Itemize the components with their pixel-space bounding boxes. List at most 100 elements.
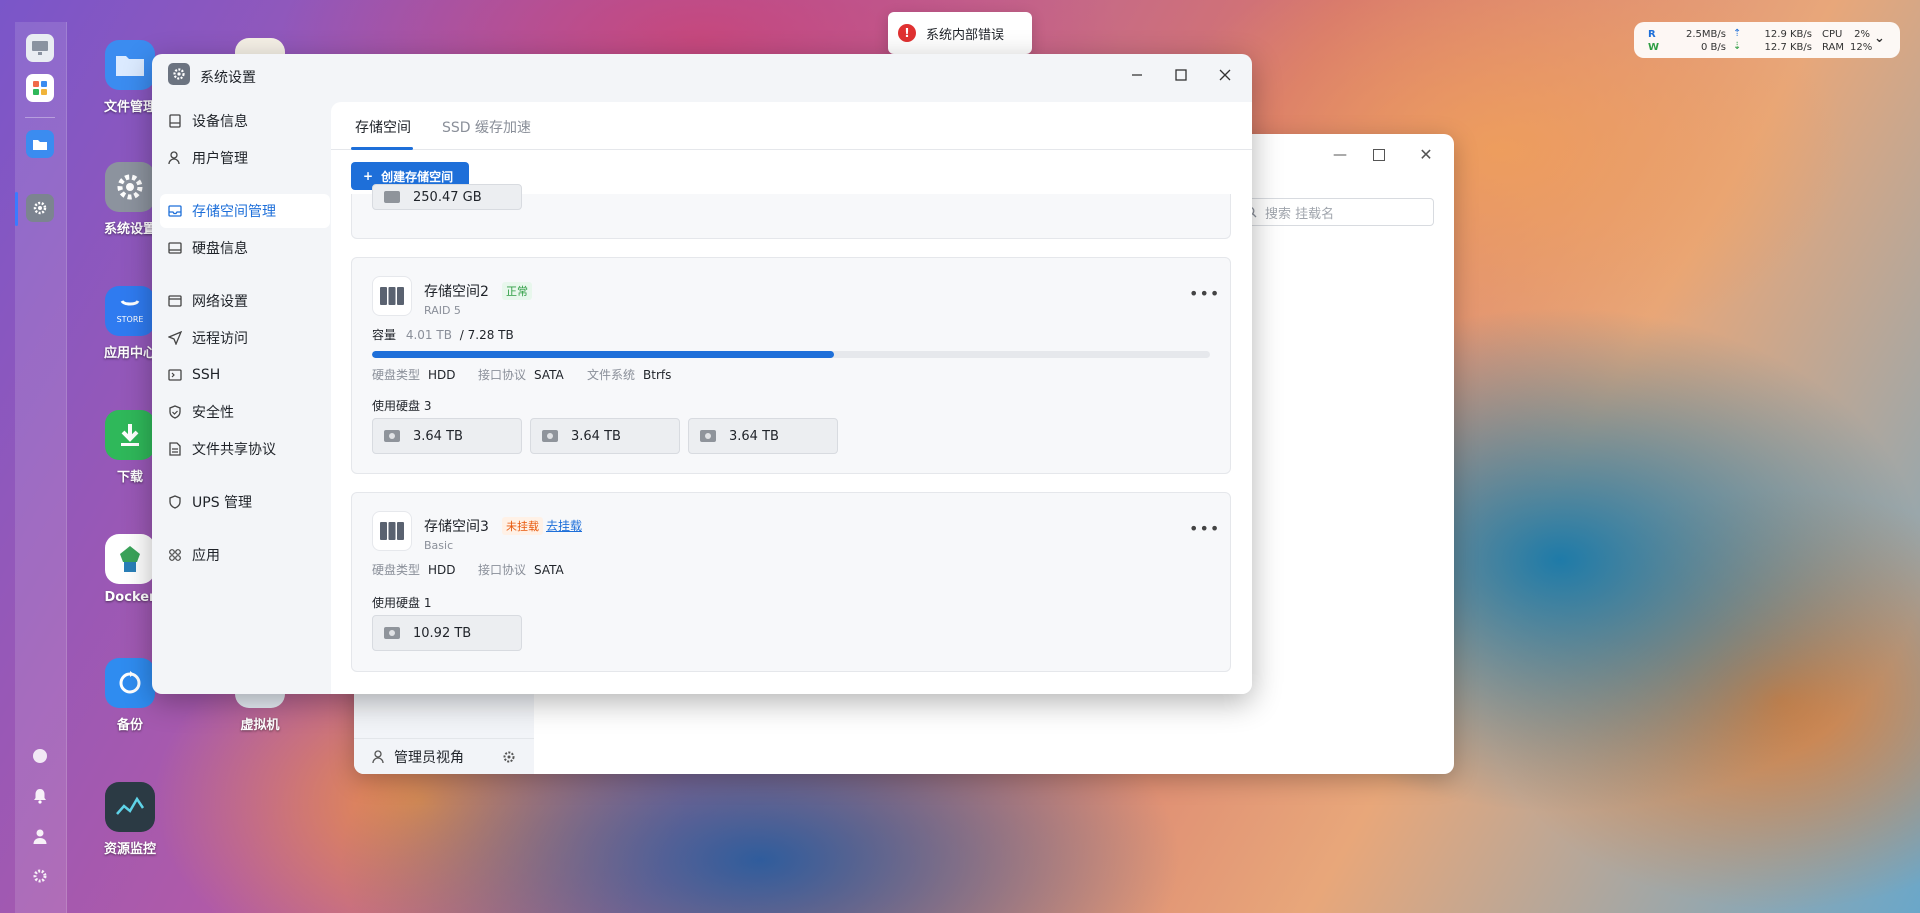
capacity-used: 4.01 TB [405,328,452,342]
disk-size: 10.92 TB [413,625,472,641]
nav-label: SSH [192,367,221,383]
disk-chip[interactable]: 3.64 TB [372,418,522,454]
nav-label: 硬盘信息 [192,241,248,257]
gear-small-icon[interactable] [26,862,54,890]
storage-volume-icon [372,276,412,316]
nav-item-ssh[interactable]: SSH [160,358,330,392]
titlebar[interactable]: 系统设置 [152,54,1252,94]
bell-icon[interactable] [26,782,54,810]
desktop-icon-label: 备份 [116,718,143,733]
remote-icon [168,331,182,345]
nav-item-apps[interactable]: 应用 [160,538,330,572]
plus-icon: + [363,169,374,183]
tab-ssd-cache[interactable]: SSD 缓存加速 [442,117,531,137]
folder-icon[interactable] [26,130,54,158]
settings-gear-icon [168,63,190,85]
desktop-icon-monitor[interactable]: 资源监控 [80,782,180,857]
mount-link[interactable]: 去挂载 [546,517,582,534]
admin-view-bar[interactable]: 管理员视角 [354,738,534,774]
disk-size: 250.47 GB [413,189,482,205]
nav-item-users[interactable]: 用户管理 [160,141,330,175]
network-widget[interactable]: R W 2.5MB/s 0 B/s ⇡ ⇣ 12.9 KB/s 12.7 KB/… [1634,22,1900,58]
toast-text: 系统内部错误 [926,27,1005,43]
storage-card-partial: 250.47 GB [351,184,1231,239]
nav-item-disk-info[interactable]: 硬盘信息 [160,231,330,265]
store-icon: STORE [105,286,155,336]
power-icon[interactable] [26,742,54,770]
fs-row: 文件系统 Btrfs [587,366,671,383]
capacity-progress-fill [372,351,834,358]
app-grid-icon[interactable] [26,74,54,102]
nav-label: 网络设置 [192,294,248,310]
settings-icon[interactable] [26,194,54,222]
storage-card: 存储空间2 正常 RAID 5 ••• 容量 4.01 TB / 7.28 TB… [351,257,1231,474]
status-badge: 未挂载 [502,517,543,535]
user-icon[interactable] [26,822,54,850]
bg-minimize-button[interactable]: — [1330,147,1350,167]
download-icon: ⇣ [1733,41,1742,52]
desktop-icon-label: 虚拟机 [240,718,280,733]
disk-chip[interactable]: 10.92 TB [372,615,522,651]
interface-label: 接口协议 [478,368,527,382]
tab-storage[interactable]: 存储空间 [355,117,411,137]
nav-label: 应用 [192,548,220,564]
nav-item-ups[interactable]: UPS 管理 [160,485,330,519]
write-speed: 0 B/s [1701,42,1726,53]
maximize-icon [1175,69,1187,81]
write-label: W [1648,42,1660,53]
search-placeholder: 搜索 挂载名 [1265,206,1335,222]
bg-maximize-button[interactable] [1373,149,1385,161]
minimize-icon [1132,74,1142,76]
disk-type-label: 硬盘类型 [372,368,421,382]
interface-row: 接口协议 SATA [478,561,564,578]
cpu-value: 2% [1854,29,1870,40]
minimize-button[interactable] [1124,62,1150,88]
disk-type-value: HDD [428,368,456,382]
nav-item-device-info[interactable]: 设备信息 [160,104,330,138]
error-toast: ! 系统内部错误 [888,12,1032,54]
read-label: R [1648,29,1656,40]
gear-icon[interactable] [502,750,516,764]
file-share-icon [169,442,181,456]
disk-chip[interactable]: 3.64 TB [688,418,838,454]
disk-type-label: 硬盘类型 [372,563,421,577]
more-options-icon[interactable]: ••• [1189,284,1220,303]
settings-window[interactable]: 系统设置 设备信息 用户管理 存储空间管理 硬盘信息 网络设置 远程访问 SSH… [152,54,1252,694]
gear-icon [105,162,155,212]
nav-label: 存储空间管理 [192,204,276,220]
user-icon [168,151,180,165]
search-mount-input[interactable]: 搜索 挂载名 [1234,198,1434,226]
interface-row: 接口协议 SATA [478,366,564,383]
storage-card: 存储空间3 未挂载 去挂载 Basic ••• 硬盘类型 HDD 接口协议 SATA… [351,492,1231,672]
ssh-icon [168,369,182,381]
disk-type-value: HDD [428,563,456,577]
maximize-button[interactable] [1168,62,1194,88]
close-button[interactable] [1212,62,1238,88]
nav-label: 安全性 [192,405,234,421]
disk-chip: 250.47 GB [372,184,522,210]
disk-chip[interactable]: 3.64 TB [530,418,680,454]
disks-used-row: 使用硬盘 1 [372,594,431,611]
store-text: STORE [116,314,144,324]
nav-item-storage[interactable]: 存储空间管理 [160,194,330,228]
backup-icon [105,658,155,708]
cpu-label: CPU [1822,29,1843,40]
monitor-icon[interactable] [26,34,54,62]
read-speed: 2.5MB/s [1686,29,1726,40]
bg-close-button[interactable]: ✕ [1416,145,1436,165]
nav-label: 远程访问 [192,331,248,347]
nav-item-remote[interactable]: 远程访问 [160,321,330,355]
nav-item-security[interactable]: 安全性 [160,395,330,429]
storage-name: 存储空间3 [424,519,489,535]
chevron-down-icon[interactable]: ⌄ [1874,31,1885,46]
error-icon: ! [898,24,916,42]
disk-type-row: 硬盘类型 HDD [372,561,456,578]
nav-item-file-share[interactable]: 文件共享协议 [160,432,330,466]
ram-label: RAM [1822,42,1845,53]
more-options-icon[interactable]: ••• [1189,519,1220,538]
nav-label: 设备信息 [192,114,248,130]
nav-item-network[interactable]: 网络设置 [160,284,330,318]
storage-volume-icon [372,511,412,551]
tab-bar: 存储空间 SSD 缓存加速 [331,102,1252,150]
raid-level: RAID 5 [424,304,461,317]
